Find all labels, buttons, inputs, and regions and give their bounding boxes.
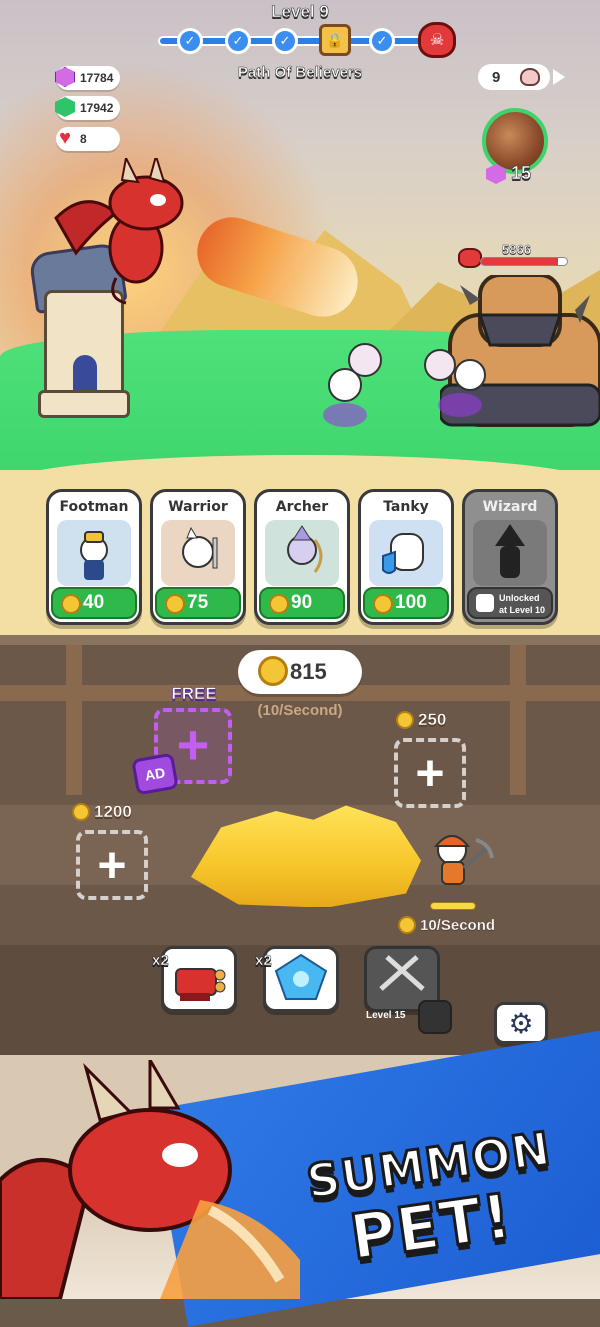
green-gem-icon bbox=[52, 94, 78, 120]
path-node-completed-4: ✓ bbox=[369, 28, 395, 54]
unit-card-tanky[interactable]: Tanky 100 bbox=[358, 489, 454, 625]
unlock-text-line2: at Level 10 bbox=[499, 605, 546, 615]
tower-door bbox=[73, 355, 97, 391]
wizard-locked-badge: Unlocked at Level 10 bbox=[467, 587, 553, 619]
miner-character bbox=[433, 835, 494, 885]
archer-buy-button[interactable]: 90 bbox=[259, 587, 345, 619]
unit-price: 75 bbox=[187, 592, 209, 613]
boost-unlock-level: Level 15 bbox=[366, 1010, 406, 1021]
heart-value: 8 bbox=[80, 132, 87, 146]
cannon-multiplier: x2 bbox=[152, 952, 169, 970]
wizard-silhouette-icon bbox=[473, 520, 547, 586]
dragon-mascot bbox=[0, 1060, 300, 1299]
warrior-buy-button[interactable]: 75 bbox=[155, 587, 241, 619]
add-miner-slot-left[interactable]: + bbox=[76, 830, 148, 900]
lock-icon bbox=[418, 1000, 452, 1034]
cannon-boost-button[interactable] bbox=[161, 946, 237, 1012]
boss-icon bbox=[458, 248, 482, 268]
coin-icon bbox=[61, 594, 81, 614]
unit-name: Footman bbox=[59, 499, 129, 515]
crystal-boost-button[interactable] bbox=[263, 946, 339, 1012]
unit-price: 40 bbox=[83, 592, 105, 613]
gear-icon: ⚙ bbox=[508, 1007, 534, 1039]
coin-icon bbox=[373, 594, 393, 614]
meteor-cost: 15 bbox=[511, 163, 532, 184]
warrior-icon bbox=[161, 520, 235, 586]
unit-price: 100 bbox=[395, 592, 427, 613]
miner-rate: 10/Second bbox=[398, 916, 495, 934]
crossed-pickaxes-icon bbox=[379, 955, 425, 991]
tower-base bbox=[38, 390, 130, 418]
play-icon[interactable] bbox=[553, 69, 565, 85]
pink-gem-icon bbox=[52, 64, 78, 90]
pink-gem-value: 17784 bbox=[80, 71, 114, 85]
slot-right-price: 250 bbox=[396, 710, 447, 730]
skull-value: 9 bbox=[492, 68, 501, 86]
unit-price: 90 bbox=[291, 592, 313, 613]
unit-card-archer[interactable]: Archer 90 bbox=[254, 489, 350, 625]
unit-card-footman[interactable]: Footman 40 bbox=[46, 489, 142, 625]
boss-node-icon: ☠ bbox=[418, 22, 456, 58]
path-node-completed-3: ✓ bbox=[272, 28, 298, 54]
coin-icon bbox=[258, 656, 288, 686]
pink-gem-counter: 17784 bbox=[55, 66, 120, 90]
coin-icon bbox=[269, 594, 289, 614]
heart-icon: ♥ bbox=[59, 127, 71, 149]
slot-right-price-value: 250 bbox=[418, 710, 447, 729]
archer-icon bbox=[265, 520, 339, 586]
slot-left-price: 1200 bbox=[72, 802, 132, 822]
unit-name: Tanky bbox=[383, 499, 429, 515]
settings-button[interactable]: ⚙ bbox=[494, 1002, 548, 1044]
boss-hp-fill bbox=[481, 258, 559, 265]
unit-card-warrior[interactable]: Warrior 75 bbox=[150, 489, 246, 625]
lock-icon bbox=[476, 594, 494, 612]
path-node-completed-1: ✓ bbox=[177, 28, 203, 54]
chest-node-icon[interactable]: 🔒 bbox=[319, 24, 351, 56]
slot-left-price-value: 1200 bbox=[94, 802, 132, 821]
path-node-completed-2: ✓ bbox=[225, 28, 251, 54]
footman-buy-button[interactable]: 40 bbox=[51, 587, 137, 619]
tanky-buy-button[interactable]: 100 bbox=[363, 587, 449, 619]
green-gem-counter: 17942 bbox=[55, 96, 120, 120]
unit-name: Archer bbox=[275, 499, 329, 515]
coin-icon bbox=[396, 711, 414, 729]
green-gem-value: 17942 bbox=[80, 101, 114, 115]
cannon-icon bbox=[175, 968, 226, 1001]
footman-icon bbox=[57, 520, 131, 586]
crystal-multiplier: x2 bbox=[255, 952, 272, 970]
tanky-icon bbox=[369, 520, 443, 586]
unit-name: Wizard bbox=[482, 499, 538, 515]
unit-name: Warrior bbox=[168, 499, 228, 515]
allied-units-group bbox=[323, 343, 486, 427]
coin-rate: (10/Second) bbox=[257, 702, 343, 719]
miner-progress-bar bbox=[430, 902, 476, 910]
coin-icon bbox=[165, 594, 185, 614]
add-miner-slot-right[interactable]: + bbox=[394, 738, 466, 808]
coin-balance: 815 bbox=[238, 650, 362, 694]
level-title: Level 9 bbox=[271, 2, 329, 22]
pet-dragon bbox=[54, 158, 184, 305]
boss-hp-value: 5866 bbox=[502, 242, 531, 257]
heart-counter: ♥ 8 bbox=[56, 127, 120, 151]
free-label: FREE bbox=[171, 684, 217, 704]
crystal-icon bbox=[274, 953, 328, 1000]
unlock-text-line1: Unlocked bbox=[499, 593, 540, 603]
coin-balance-value: 815 bbox=[290, 659, 327, 684]
coin-icon bbox=[398, 916, 416, 934]
miner-rate-value: 10/Second bbox=[420, 916, 496, 934]
skull-icon bbox=[520, 68, 540, 86]
skull-counter[interactable]: 9 bbox=[478, 64, 550, 90]
ad-badge: AD bbox=[131, 752, 179, 796]
boss-hp-bar bbox=[480, 257, 568, 266]
unit-card-wizard-locked[interactable]: Wizard Unlocked at Level 10 bbox=[462, 489, 558, 625]
coin-icon bbox=[72, 803, 90, 821]
